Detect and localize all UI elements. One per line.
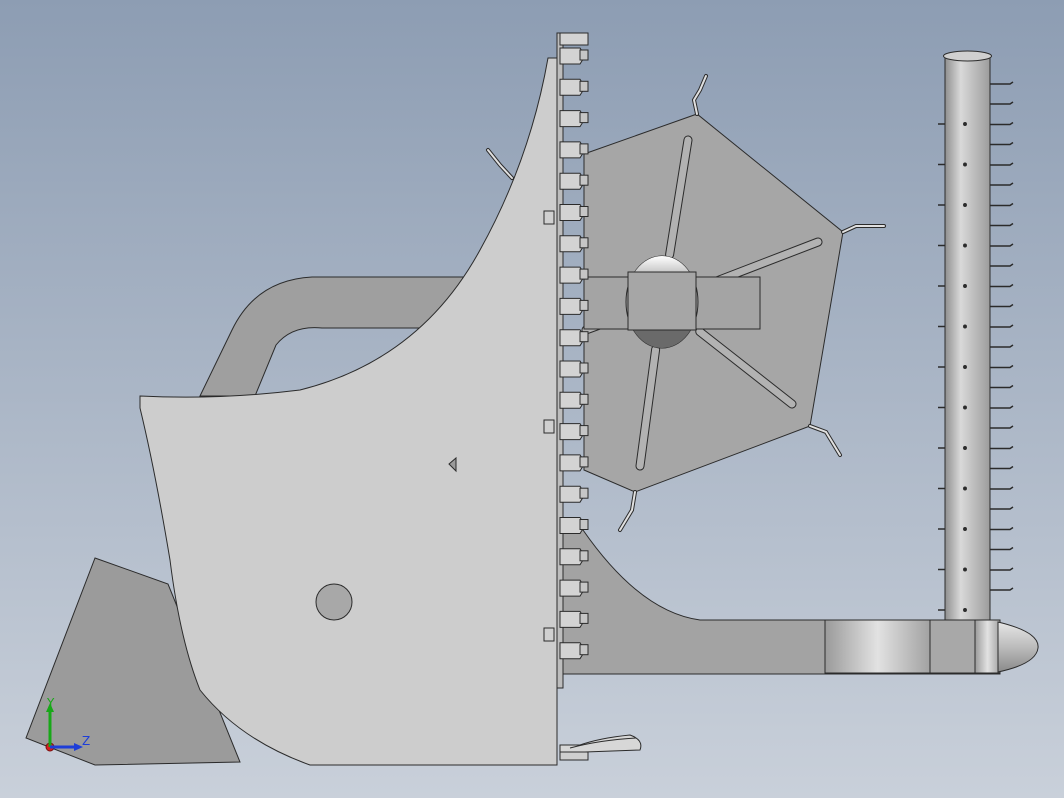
vertical-post[interactable] — [944, 57, 991, 621]
post-hole — [963, 365, 967, 369]
post-hole — [963, 527, 967, 531]
beam-end-block[interactable] — [929, 619, 976, 674]
beam-end-cap[interactable] — [974, 619, 1001, 674]
cad-viewport[interactable]: Y Z — [0, 0, 1064, 798]
plate-clamp-lower[interactable] — [543, 627, 555, 642]
post-hole — [963, 243, 967, 248]
plate-clamp-middle[interactable] — [543, 419, 555, 434]
post-top-cap — [943, 50, 992, 62]
plate-hole[interactable] — [315, 583, 353, 621]
post-hole — [963, 122, 967, 126]
post-hole — [963, 446, 967, 450]
post-hole — [963, 162, 967, 167]
y-axis-label: Y — [46, 696, 55, 710]
comb-top-cap — [559, 32, 589, 46]
post-hole — [963, 608, 967, 612]
plate-clamp-upper[interactable] — [543, 210, 555, 225]
beam-cylinder-band[interactable] — [824, 619, 931, 674]
post-hole — [963, 203, 967, 207]
post-hole — [963, 486, 967, 491]
post-hole — [963, 284, 967, 288]
model-view: Y Z — [0, 0, 1064, 798]
z-axis-label: Z — [82, 734, 90, 748]
post-hole — [963, 324, 967, 329]
post-hole — [963, 567, 967, 572]
latch-base — [559, 751, 589, 761]
post-hole — [963, 405, 967, 410]
